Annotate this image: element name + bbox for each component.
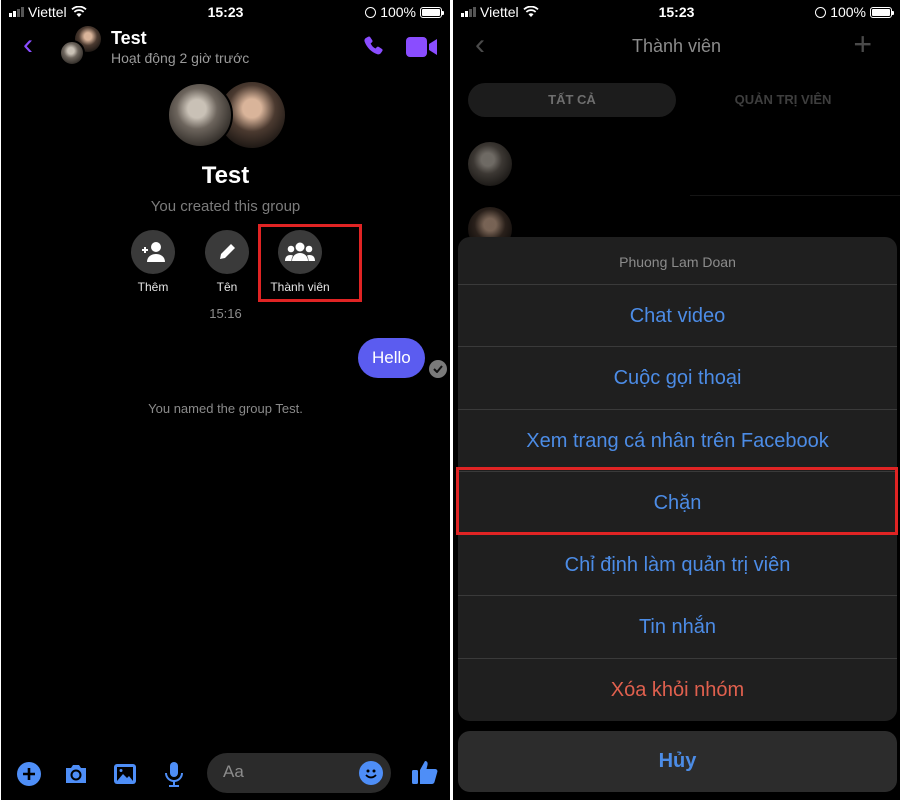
- group-created-text: You created this group: [150, 198, 301, 215]
- member-avatar[interactable]: [468, 142, 512, 186]
- microphone-icon[interactable]: [161, 761, 187, 787]
- battery-info: 100%: [365, 4, 444, 20]
- rename-button[interactable]: Tên: [192, 230, 262, 294]
- system-message: You named the group Test.: [148, 401, 303, 416]
- emoji-icon[interactable]: [359, 761, 383, 785]
- menu-item-view-profile[interactable]: Xem trang cá nhân trên Facebook: [458, 410, 897, 472]
- page-title: Thành viên: [631, 36, 722, 56]
- battery-percent: 100%: [380, 4, 416, 20]
- menu-item-voice-call[interactable]: Cuộc gọi thoại: [458, 347, 897, 410]
- group-name: Test: [201, 162, 250, 189]
- image-icon[interactable]: [112, 761, 138, 787]
- camera-icon[interactable]: [63, 761, 89, 787]
- highlight-members-box: [258, 224, 362, 302]
- status-bar: Viettel 15:23 100%: [1, 0, 450, 24]
- add-person-icon: [142, 242, 165, 262]
- rotation-lock-icon: [365, 6, 377, 18]
- chat-screen: Viettel 15:23 100% ‹ Test Hoạt động 2 gi…: [1, 0, 450, 800]
- cancel-button[interactable]: Hủy: [458, 731, 897, 792]
- message-timestamp: 15:16: [209, 306, 242, 321]
- menu-item-message[interactable]: Tin nhắn: [458, 596, 897, 659]
- header-avatar-stack[interactable]: [59, 26, 103, 68]
- status-bar: Viettel 15:23 100%: [453, 0, 900, 24]
- seen-check-icon: [429, 360, 447, 378]
- menu-item-remove-from-group[interactable]: Xóa khỏi nhóm: [458, 659, 897, 721]
- thumbs-up-icon[interactable]: [411, 758, 439, 786]
- composer-bar: [1, 750, 450, 796]
- message-input-field[interactable]: [207, 753, 391, 793]
- rename-label: Tên: [216, 280, 238, 294]
- plus-icon[interactable]: +: [853, 28, 872, 60]
- tab-admins[interactable]: QUẢN TRỊ VIÊN: [693, 83, 873, 117]
- action-sheet-title: Phuong Lam Doan: [458, 237, 897, 285]
- add-member-label: Thêm: [137, 280, 169, 294]
- video-call-icon[interactable]: [406, 36, 438, 58]
- tab-all[interactable]: TẤT CẢ: [468, 83, 676, 117]
- pencil-icon: [220, 244, 235, 259]
- active-status: Hoạt động 2 giờ trước: [111, 50, 250, 66]
- menu-item-video-chat[interactable]: Chat video: [458, 285, 897, 348]
- battery-info: 100%: [815, 4, 894, 20]
- battery-icon: [870, 6, 894, 18]
- group-avatar: [167, 82, 287, 148]
- avatar: [59, 40, 85, 66]
- highlight-block-box: [456, 467, 898, 535]
- phone-icon[interactable]: [361, 34, 387, 60]
- battery-icon: [420, 6, 444, 18]
- menu-item-make-admin[interactable]: Chỉ định làm quản trị viên: [458, 534, 897, 597]
- battery-percent: 100%: [830, 4, 866, 20]
- divider: [690, 195, 900, 196]
- back-icon[interactable]: ‹: [23, 30, 33, 60]
- plus-icon[interactable]: [16, 761, 42, 787]
- message-bubble[interactable]: Hello: [358, 338, 425, 378]
- chat-title[interactable]: Test: [111, 28, 147, 49]
- message-input[interactable]: [223, 762, 353, 782]
- add-member-button[interactable]: Thêm: [118, 230, 188, 294]
- members-screen: Viettel 15:23 100% ‹ Thành viên + TẤT CẢ…: [453, 0, 900, 800]
- avatar: [167, 82, 233, 148]
- rotation-lock-icon: [815, 6, 827, 18]
